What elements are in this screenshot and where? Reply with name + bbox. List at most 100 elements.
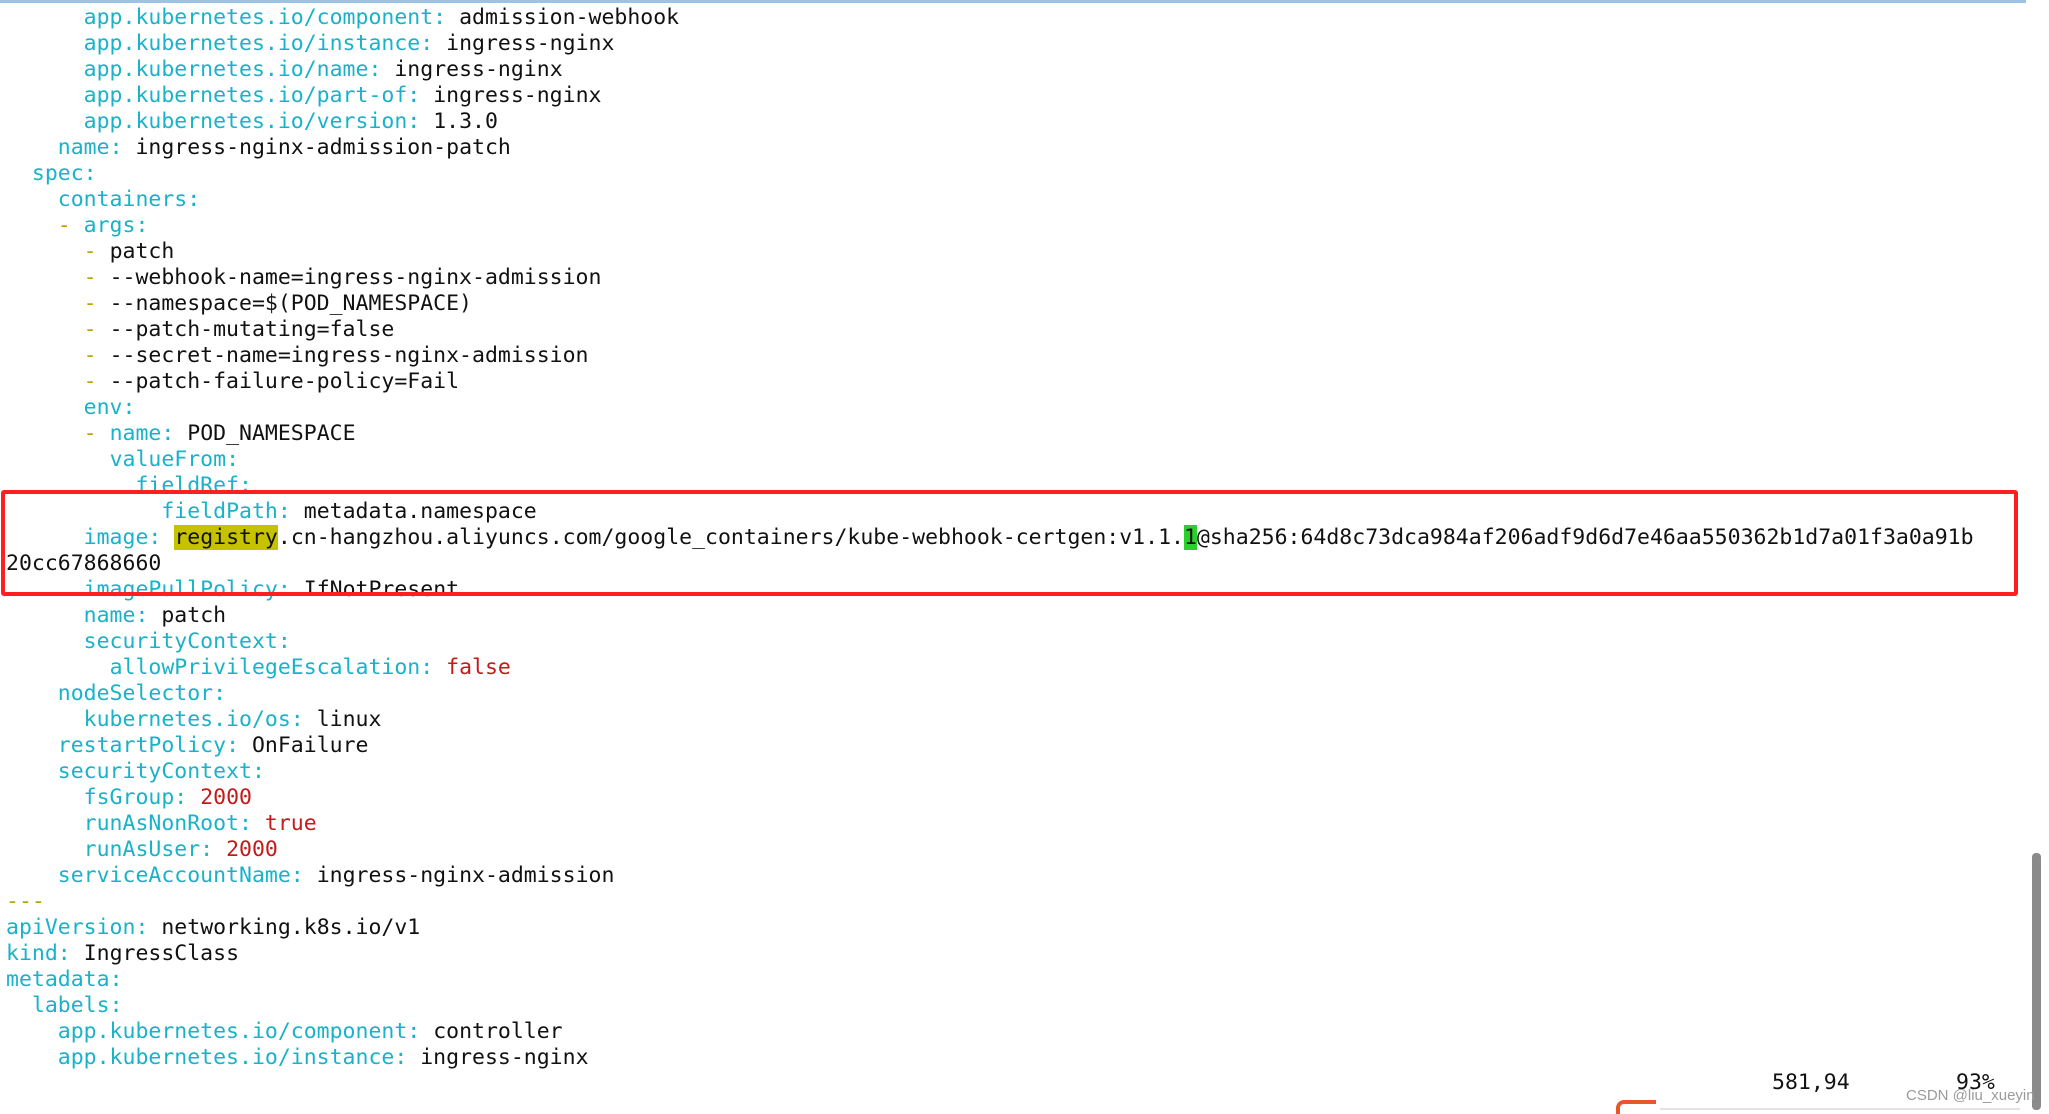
yaml-key: app.kubernetes.io/instance	[57, 1045, 395, 1070]
yaml-key: securityContext	[83, 629, 278, 654]
code-line[interactable]: app.kubernetes.io/instance: ingress-ngin…	[6, 1045, 2016, 1071]
key-colon: :	[83, 161, 97, 186]
yaml-key: metadata	[6, 967, 110, 992]
code-line[interactable]: - patch	[6, 239, 2016, 265]
vim-editor-buffer[interactable]: app.kubernetes.io/component: admission-w…	[6, 5, 2016, 1075]
code-line[interactable]: env:	[6, 395, 2016, 421]
yaml-value: ingress-nginx	[394, 57, 563, 82]
code-line[interactable]: kubernetes.io/os: linux	[6, 707, 2016, 733]
floating-widget-edge	[1616, 1100, 1656, 1114]
code-line[interactable]: ---	[6, 889, 2016, 915]
code-line[interactable]: - name: POD_NAMESPACE	[6, 421, 2016, 447]
code-line[interactable]: fsGroup: 2000	[6, 785, 2016, 811]
code-line[interactable]: allowPrivilegeEscalation: false	[6, 655, 2016, 681]
list-dash: -	[83, 291, 110, 316]
yaml-key: app.kubernetes.io/component	[83, 5, 434, 30]
code-line[interactable]: fieldRef:	[6, 473, 2016, 499]
key-colon: :	[109, 993, 123, 1018]
code-line[interactable]: 20cc67868660	[6, 551, 2016, 577]
code-line[interactable]: valueFrom:	[6, 447, 2016, 473]
code-line[interactable]: fieldPath: metadata.namespace	[6, 499, 2016, 525]
code-line[interactable]: app.kubernetes.io/component: controller	[6, 1019, 2016, 1045]
scrollbar-thumb[interactable]	[2032, 853, 2041, 1110]
code-line[interactable]: securityContext:	[6, 759, 2016, 785]
yaml-value: --patch-mutating=false	[109, 317, 395, 342]
yaml-key: nodeSelector	[57, 681, 214, 706]
yaml-key: app.kubernetes.io/instance	[83, 31, 421, 56]
key-colon: :	[226, 447, 240, 472]
code-line[interactable]: imagePullPolicy: IfNotPresent	[6, 577, 2016, 603]
document-separator: ---	[6, 889, 45, 914]
code-line[interactable]: app.kubernetes.io/component: admission-w…	[6, 5, 2016, 31]
yaml-key: name	[109, 421, 162, 446]
code-line[interactable]: app.kubernetes.io/part-of: ingress-nginx	[6, 83, 2016, 109]
search-match-highlight: registry	[174, 525, 278, 550]
code-line[interactable]: metadata:	[6, 967, 2016, 993]
key-colon: :	[251, 759, 265, 784]
yaml-value: admission-webhook	[459, 5, 680, 30]
yaml-key: allowPrivilegeEscalation	[109, 655, 421, 680]
image-value-part: .cn-hangzhou.aliyuncs.com/google_contain…	[277, 525, 1184, 550]
code-line[interactable]: apiVersion: networking.k8s.io/v1	[6, 915, 2016, 941]
code-line[interactable]: runAsNonRoot: true	[6, 811, 2016, 837]
code-line[interactable]: app.kubernetes.io/instance: ingress-ngin…	[6, 31, 2016, 57]
key-colon: :	[277, 577, 291, 602]
code-line[interactable]: spec:	[6, 161, 2016, 187]
watermark-text: CSDN @liu_xueyin	[1906, 1087, 2035, 1104]
code-line[interactable]: image: registry.cn-hangzhou.aliyuncs.com…	[6, 525, 2016, 551]
code-line[interactable]: app.kubernetes.io/name: ingress-nginx	[6, 57, 2016, 83]
code-line[interactable]: - --secret-name=ingress-nginx-admission	[6, 343, 2016, 369]
code-line[interactable]: - --patch-failure-policy=Fail	[6, 369, 2016, 395]
code-line[interactable]: kind: IngressClass	[6, 941, 2016, 967]
code-line[interactable]: - args:	[6, 213, 2016, 239]
yaml-value: 2000	[226, 837, 278, 862]
yaml-key: apiVersion	[6, 915, 136, 940]
yaml-key: serviceAccountName	[57, 863, 291, 888]
code-line[interactable]: serviceAccountName: ingress-nginx-admiss…	[6, 863, 2016, 889]
key-colon: :	[135, 603, 149, 628]
code-line[interactable]: containers:	[6, 187, 2016, 213]
code-line[interactable]: - --webhook-name=ingress-nginx-admission	[6, 265, 2016, 291]
key-colon: :	[277, 629, 291, 654]
yaml-value: --namespace=$(POD_NAMESPACE)	[109, 291, 472, 316]
yaml-key: app.kubernetes.io/part-of	[83, 83, 408, 108]
key-colon: :	[187, 187, 201, 212]
yaml-key: runAsNonRoot	[83, 811, 240, 836]
code-line[interactable]: app.kubernetes.io/version: 1.3.0	[6, 109, 2016, 135]
yaml-value: IfNotPresent	[303, 577, 460, 602]
code-line[interactable]: restartPolicy: OnFailure	[6, 733, 2016, 759]
key-colon: :	[239, 473, 252, 498]
yaml-value: false	[446, 655, 511, 680]
list-dash: -	[83, 343, 110, 368]
key-colon: :	[420, 31, 434, 56]
vertical-scrollbar[interactable]	[2026, 0, 2049, 1114]
code-line[interactable]: labels:	[6, 993, 2016, 1019]
code-line[interactable]: name: ingress-nginx-admission-patch	[6, 135, 2016, 161]
code-line[interactable]: securityContext:	[6, 629, 2016, 655]
code-line[interactable]: - --namespace=$(POD_NAMESPACE)	[6, 291, 2016, 317]
code-line[interactable]: nodeSelector:	[6, 681, 2016, 707]
key-colon: :	[200, 837, 214, 862]
code-line[interactable]: name: patch	[6, 603, 2016, 629]
code-line[interactable]: - --patch-mutating=false	[6, 317, 2016, 343]
code-line[interactable]: runAsUser: 2000	[6, 837, 2016, 863]
